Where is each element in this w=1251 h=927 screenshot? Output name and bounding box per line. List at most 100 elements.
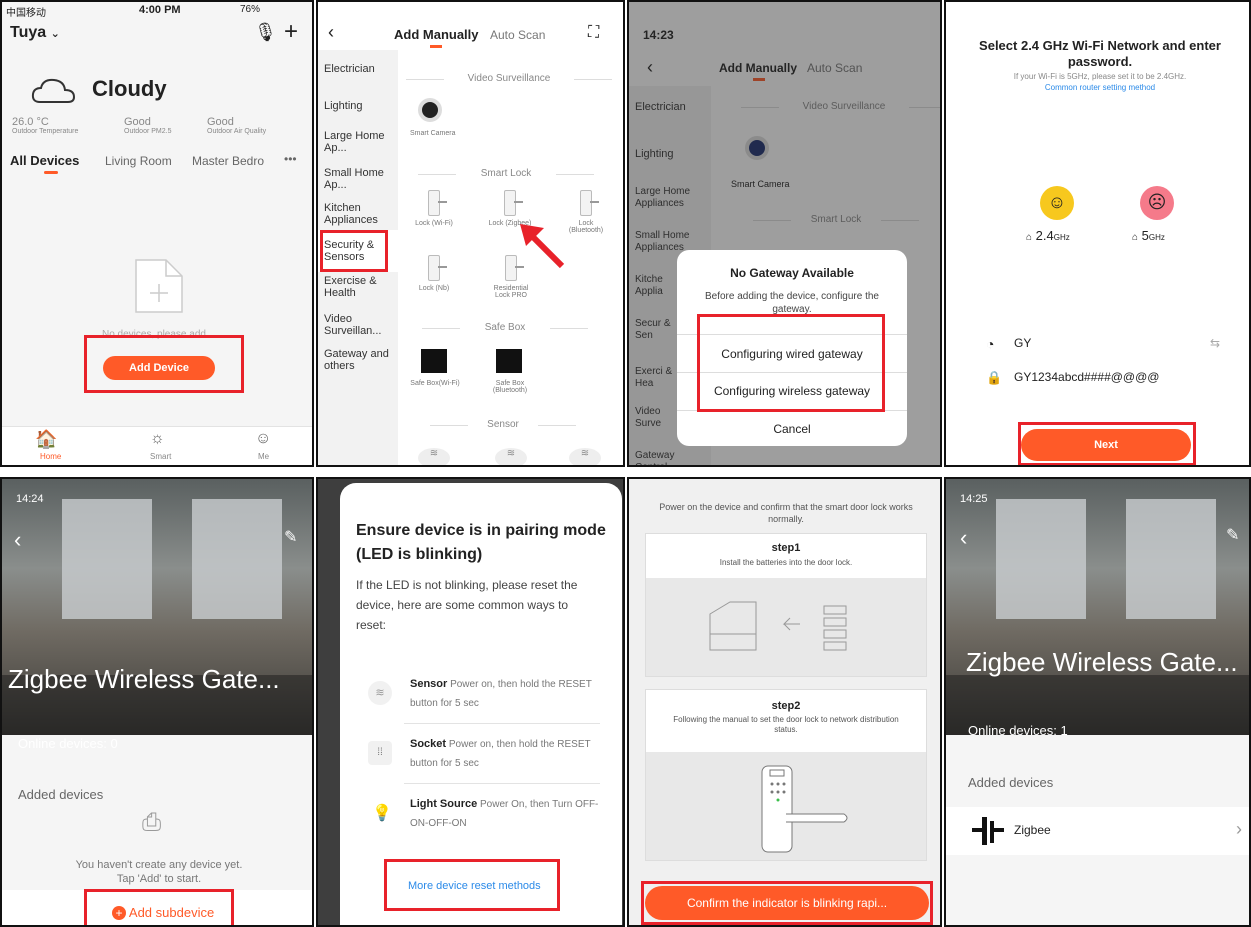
divider: [404, 783, 600, 784]
temp-label: Outdoor Temperature: [12, 128, 79, 135]
category-lighting[interactable]: Lighting: [324, 100, 363, 112]
category-video[interactable]: Video Surveillan...: [324, 313, 394, 337]
category-kitchen[interactable]: Kitchen Appliances: [324, 202, 394, 226]
safe-icon[interactable]: [496, 349, 522, 373]
air-value: Good: [207, 116, 234, 128]
edit-icon[interactable]: ✎: [1226, 525, 1239, 545]
window: [996, 499, 1086, 619]
reset-item-name: Sensor: [410, 678, 448, 690]
add-icon[interactable]: +: [284, 18, 298, 46]
tab-master-bedroom[interactable]: Master Bedro: [192, 154, 272, 168]
cancel-button[interactable]: Cancel: [677, 422, 907, 436]
lock-icon: 🔒: [986, 370, 1003, 385]
window: [62, 499, 152, 619]
lock-icon: [505, 255, 524, 281]
safe-label[interactable]: Safe Box (Bluetooth): [486, 380, 534, 394]
reset-item-name: Light Source: [410, 798, 478, 810]
device-name[interactable]: Zigbee: [1014, 823, 1051, 837]
dialog-title: No Gateway Available: [730, 266, 854, 280]
safe-icon[interactable]: [421, 349, 447, 373]
wifi-subtitle: If your Wi-Fi is 5GHz, please set it to …: [1013, 72, 1187, 81]
nav-home[interactable]: Home: [40, 452, 61, 461]
reset-item-light: Light Source Power On, then Turn OFF-ON-…: [410, 795, 600, 833]
back-icon[interactable]: ‹: [960, 525, 967, 551]
nav-me[interactable]: Me: [258, 452, 269, 461]
gateway-title: Zigbee Wireless Gate...: [966, 647, 1238, 677]
band-5-unit: GHz: [1148, 233, 1165, 242]
profile-icon[interactable]: ☺: [255, 430, 271, 448]
band-24-unit: GHz: [1053, 233, 1070, 242]
status-time: 14:25: [960, 493, 988, 505]
tab-auto-scan[interactable]: Auto Scan: [490, 28, 545, 42]
more-tabs-icon[interactable]: •••: [284, 152, 297, 166]
back-icon[interactable]: ‹: [328, 22, 334, 43]
safe-label[interactable]: Safe Box(Wi-Fi): [408, 380, 462, 387]
nav-smart[interactable]: Smart: [150, 452, 171, 461]
password-field[interactable]: GY1234abcd####@@@@: [1014, 370, 1159, 384]
switch-network-icon[interactable]: ⇆: [1210, 336, 1220, 350]
lock-wifi[interactable]: Lock (Wi-Fi): [412, 190, 456, 227]
panel-wifi: Select 2.4 GHz Wi-Fi Network and enter p…: [944, 0, 1251, 467]
lock-bluetooth[interactable]: Lock (Bluetooth): [564, 190, 608, 234]
empty-inbox-icon: ⎙: [142, 809, 162, 836]
chevron-right-icon[interactable]: ›: [1236, 819, 1242, 840]
window: [1126, 499, 1216, 619]
panel-door-lock-steps: Power on the device and confirm that the…: [627, 477, 942, 927]
router-setting-link[interactable]: Common router setting method: [956, 83, 1244, 92]
highlight-box: [84, 889, 234, 925]
back-icon[interactable]: ‹: [14, 527, 21, 553]
added-devices-label: Added devices: [18, 787, 104, 802]
chevron-down-icon: ⌄: [50, 28, 60, 40]
category-electrician[interactable]: Electrician: [324, 63, 375, 75]
category-small-home[interactable]: Small Home Ap...: [324, 167, 394, 191]
section-safe: Safe Box: [422, 322, 588, 333]
bulb-icon: 💡: [372, 805, 392, 822]
sensor-icon[interactable]: ≋: [495, 448, 527, 465]
empty-document-icon: [135, 259, 183, 313]
online-count: Online devices: 1: [968, 723, 1068, 738]
empty-text: You haven't create any device yet.: [75, 859, 243, 871]
pairing-intro: If the LED is not blinking, please reset…: [356, 578, 578, 632]
home-selector[interactable]: Tuya ⌄: [10, 24, 60, 42]
window: [192, 499, 282, 619]
lock-label: Lock (Bluetooth): [568, 220, 604, 234]
panel-add-manually: ‹ Add Manually Auto Scan ⛶ Electrician L…: [316, 0, 625, 467]
camera-label[interactable]: Smart Camera: [410, 130, 456, 137]
scan-icon[interactable]: ⛶: [588, 24, 599, 42]
band-24: ⌂ 2.4GHz: [1026, 228, 1070, 243]
camera-icon[interactable]: [418, 98, 442, 122]
microphone-icon[interactable]: 🎙: [254, 22, 277, 43]
lock-icon: [428, 255, 447, 281]
smart-icon[interactable]: ☼: [150, 430, 165, 448]
section-sensor: Sensor: [430, 419, 576, 430]
reset-item-name: Socket: [410, 738, 447, 750]
tab-indicator: [430, 45, 442, 48]
wifi-title: Select 2.4 GHz Wi-Fi Network and enter p…: [979, 38, 1221, 69]
edit-icon[interactable]: ✎: [284, 527, 297, 547]
panel-home: 中国移动 4:00 PM 76% Tuya ⌄ 🎙 + Cloudy 26.0 …: [0, 0, 314, 467]
tab-all-devices[interactable]: All Devices: [10, 153, 79, 168]
status-battery: 76%: [240, 4, 261, 15]
gateway-title: Zigbee Wireless Gate...: [8, 664, 280, 694]
step2-title: step2: [771, 700, 801, 712]
home-icon[interactable]: 🏠: [35, 429, 57, 450]
sensor-icon[interactable]: ≋: [418, 448, 450, 465]
cloud-icon: [31, 78, 76, 103]
category-gateway[interactable]: Gateway and others: [324, 348, 394, 372]
lock-icon: [580, 190, 599, 216]
category-exercise[interactable]: Exercise & Health: [324, 275, 394, 299]
tab-add-manually[interactable]: Add Manually: [394, 27, 479, 42]
tab-living-room[interactable]: Living Room: [105, 154, 172, 168]
door-lock-icon: [761, 765, 848, 853]
home-name: Tuya: [10, 24, 47, 41]
divider: [404, 723, 600, 724]
panel-pairing-mode: Ensure device is in pairing mode (LED is…: [316, 477, 625, 927]
weather-label: Cloudy: [92, 76, 167, 101]
steps-header: Power on the device and confirm that the…: [659, 502, 913, 524]
sensor-icon[interactable]: ≋: [569, 448, 601, 465]
lock-nb[interactable]: Lock (Nb): [412, 255, 456, 292]
category-large-home[interactable]: Large Home Ap...: [324, 130, 394, 154]
status-time: 14:24: [16, 493, 44, 505]
ssid-field[interactable]: GY: [1014, 336, 1031, 350]
step1-card: step1 Install the batteries into the doo…: [645, 533, 927, 677]
